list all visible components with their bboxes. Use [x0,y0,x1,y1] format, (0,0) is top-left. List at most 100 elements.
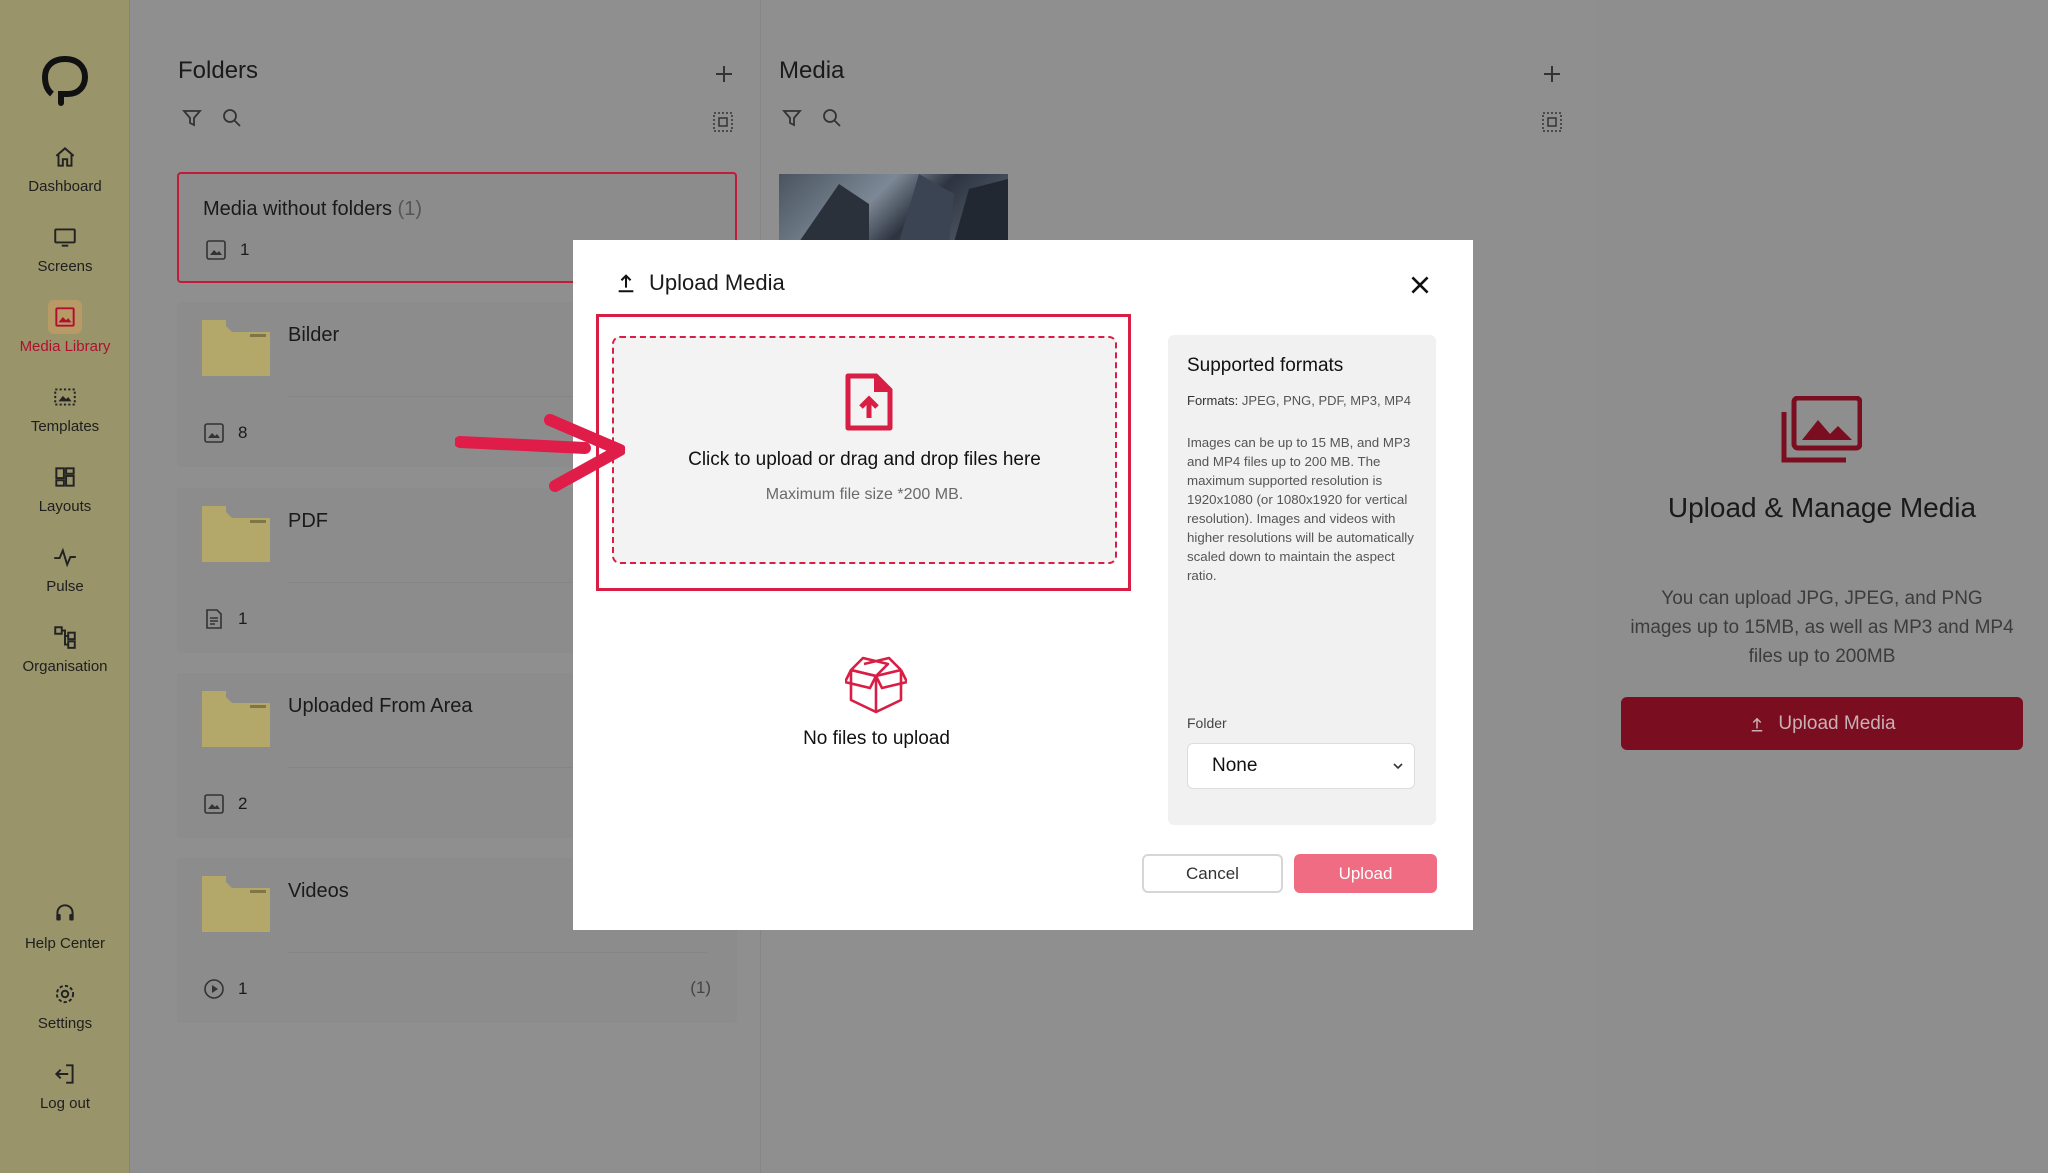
close-icon[interactable] [1407,272,1433,298]
template-icon [54,388,76,406]
nav-media-library[interactable]: Media Library [0,300,130,355]
select-all-icon [713,112,733,132]
no-files-text: No files to upload [803,728,950,749]
upload-icon [1752,717,1763,731]
nav-settings[interactable]: Settings [0,977,130,1032]
headset-icon [56,904,74,921]
media-title: Media [779,57,845,84]
nav-label: Templates [30,418,100,435]
upload-info-description: You can upload JPG, JPEG, and PNG images… [1630,588,2014,667]
drop-subtitle: Maximum file size *200 MB. [765,486,964,503]
cancel-button[interactable]: Cancel [1142,854,1283,893]
nav-label: Log out [39,1095,91,1112]
nav-label: Organisation [22,658,108,675]
modal-header: Upload Media [615,270,785,296]
formats-values: JPEG, PNG, PDF, MP3, MP4 [1241,393,1411,408]
plus-icon [1544,66,1560,82]
folder-select[interactable]: None [1187,743,1415,789]
select-all-icon [1542,112,1562,132]
plus-icon [716,66,732,82]
folder-count-value: 2 [238,794,248,813]
formats-description: Images can be up to 15 MB, and MP3 and M… [1187,435,1414,583]
media-thumbnail[interactable] [779,174,1008,242]
nav-label: Media Library [19,338,111,355]
nav-pulse[interactable]: Pulse [0,540,130,595]
folder-count: 1 [204,238,249,262]
nav-dashboard[interactable]: Dashboard [0,140,130,195]
formats-title: Supported formats [1187,355,1344,376]
media-select-button[interactable] [1540,110,1564,139]
upload-info-title: Upload & Manage Media [1667,492,1977,523]
document-icon [206,609,222,629]
folder-count-value: 1 [238,979,248,998]
modal-title: Upload Media [649,270,785,295]
search-icon [823,109,841,127]
folders-select-button[interactable] [711,110,735,139]
layout-icon [55,467,75,487]
image-icon [55,307,75,327]
folders-title: Folders [178,57,259,84]
pulse-icon [54,547,76,568]
add-folder-button[interactable] [712,62,736,91]
folder-name: Videos [288,880,349,902]
logout-icon [54,1064,74,1084]
nav-label: Pulse [46,578,84,595]
supported-formats-box: Supported formats Formats: JPEG, PNG, PD… [1168,335,1436,825]
folder-count: 8 [202,421,247,445]
upload-button[interactable]: Upload [1294,854,1437,893]
building-image [799,174,1008,242]
media-filter-button[interactable] [780,106,804,135]
folder-count: 1 [202,607,247,631]
org-icon [54,626,76,649]
folder-count-value: 1 [240,240,250,259]
nav-organisation[interactable]: Organisation [0,620,130,675]
upload-media-modal: Upload Media Click to upload or drag and… [573,240,1473,930]
media-search-button[interactable] [820,106,844,135]
nav-label: Settings [37,1015,93,1032]
folder-count-value: 8 [238,423,248,442]
nav-label: Screens [37,258,93,275]
folder-icon [202,320,270,376]
upload-media-button[interactable]: Upload Media [1621,697,2023,750]
nav-label: Help Center [24,935,106,952]
nav-layouts[interactable]: Layouts [0,460,130,515]
folder-name-count: (1) [397,198,422,220]
folder-right-count: (1) [690,978,711,997]
folder-name: Uploaded From Area [288,695,473,717]
image-icon [204,423,224,443]
folder-icon [202,876,270,932]
folder-name-wrap: Media without folders (1) [203,198,422,221]
folder-count: 1 [202,977,247,1001]
folders-filter-button[interactable] [180,106,204,135]
folder-count: 2 [202,792,247,816]
upload-media-label: Upload Media [1778,712,1896,734]
formats-label: Formats: [1187,393,1239,408]
nav-label: Layouts [38,498,92,515]
folder-icon [202,506,270,562]
nav-help-center[interactable]: Help Center [0,897,130,952]
image-icon [206,240,226,260]
nav-label: Dashboard [28,178,102,195]
monitor-icon [54,228,76,247]
formats-list: Formats: JPEG, PNG, PDF, MP3, MP4 [1187,391,1427,410]
image-icon [204,794,224,814]
folder-name: Bilder [288,324,340,346]
add-media-button[interactable] [1540,62,1564,91]
drop-zone[interactable]: Click to upload or drag and drop files h… [612,336,1117,564]
search-icon [223,109,241,127]
nav-templates[interactable]: Templates [0,380,130,435]
upload-icon [618,274,634,293]
folder-name: PDF [288,510,328,532]
app-logo[interactable] [42,56,88,106]
folders-search-button[interactable] [220,106,244,135]
chevron-down-icon [1393,763,1403,770]
nav-screens[interactable]: Screens [0,220,130,275]
filter-icon [782,110,802,127]
file-upload-icon [845,373,893,431]
annotation-arrow [455,414,625,492]
nav-logout[interactable]: Log out [0,1057,130,1112]
folder-name: Media without folders [203,198,392,220]
gear-icon [55,984,75,1004]
filter-icon [182,110,202,127]
home-icon [55,147,75,167]
